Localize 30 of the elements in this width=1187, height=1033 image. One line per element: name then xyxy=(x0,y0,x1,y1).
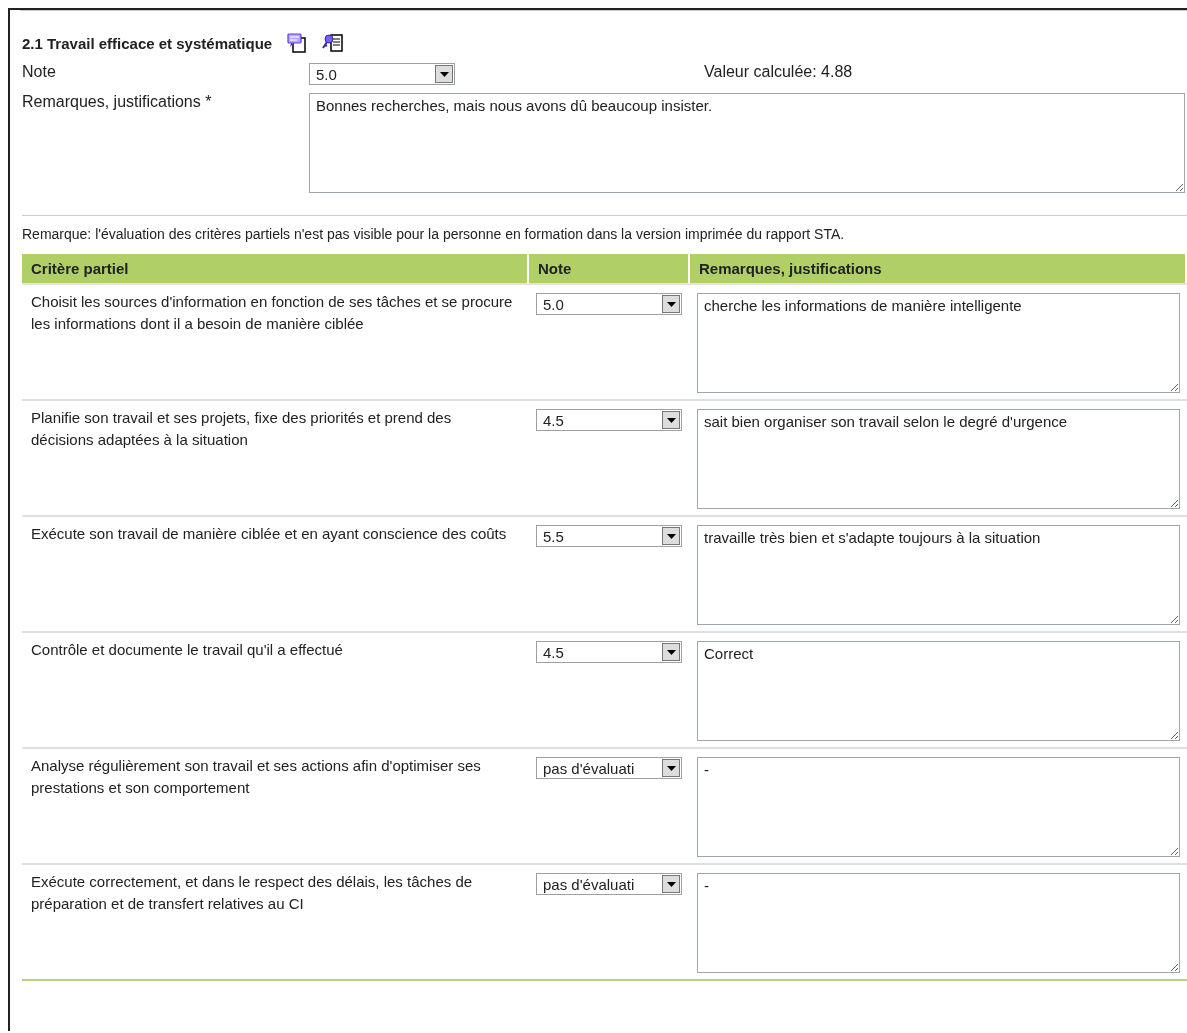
column-header: Critère partiel xyxy=(22,254,529,283)
remarks-textarea[interactable]: - xyxy=(697,873,1180,973)
criterion-text: Contrôle et documente le travail qu'il a effectué xyxy=(30,640,344,660)
section-title: 2.1 Travail efficace et systématique xyxy=(22,34,273,52)
note-select[interactable]: 4.5 xyxy=(536,641,682,663)
note-select[interactable]: pas d'évaluati xyxy=(536,873,682,895)
notice-text: Remarque: l'évaluation des critères partiels n'est pas visible pour la personne en formation dans la version imprimée du rapport STA. xyxy=(22,226,846,242)
note-select[interactable]: 5.5 xyxy=(536,525,682,547)
criterion-text: Exécute son travail de manière ciblée et en ayant conscience des coûts xyxy=(30,524,508,544)
remarks-textarea[interactable]: cherche les informations de manière intelligente xyxy=(697,293,1180,393)
criterion-text: Choisit les sources d'information en fonction de ses tâches et se procure les informations dont il a besoin de manière ciblée xyxy=(30,292,514,334)
column-header: Remarques, justifications xyxy=(690,254,1187,283)
criterion-text: Exécute correctement, et dans le respect des délais, les tâches de préparation et de transfert relatives au CI xyxy=(30,872,474,914)
note-select[interactable]: pas d'évaluati xyxy=(536,757,682,779)
comment-document-icon[interactable] xyxy=(286,32,309,54)
calculated-value: Valeur calculée: 4.88 xyxy=(704,63,854,81)
remarks-textarea[interactable]: Correct xyxy=(697,641,1180,741)
note-select[interactable]: 4.5 xyxy=(536,409,682,431)
key-document-icon[interactable] xyxy=(322,32,345,54)
field-label: Remarques, justifications * xyxy=(22,93,213,111)
remarks-textarea[interactable]: - xyxy=(697,757,1180,857)
note-select[interactable]: 5.0 xyxy=(536,293,682,315)
criterion-text: Planifie son travail et ses projets, fixe des priorités et prend des décisions adaptées à la situation xyxy=(30,408,453,450)
remarks-textarea[interactable]: Bonnes recherches, mais nous avons dû beaucoup insister. xyxy=(309,93,1185,193)
note-select[interactable]: 5.0 xyxy=(309,63,455,85)
criterion-text: Analyse régulièrement son travail et ses actions afin d'optimiser ses prestations et son comportement xyxy=(30,756,482,798)
field-label: Note xyxy=(22,63,57,81)
remarks-textarea[interactable]: sait bien organiser son travail selon le degré d'urgence xyxy=(697,409,1180,509)
column-header: Note xyxy=(529,254,690,283)
remarks-textarea[interactable]: travaille très bien et s'adapte toujours à la situation xyxy=(697,525,1180,625)
